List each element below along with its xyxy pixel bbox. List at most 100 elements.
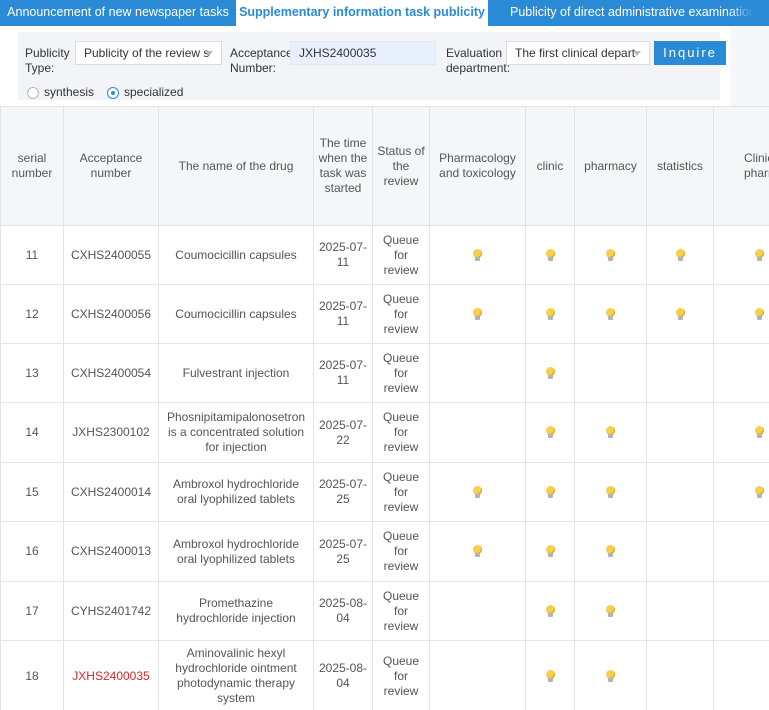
- tab-overflow-fade: [729, 0, 769, 26]
- table-row[interactable]: 14 JXHS2300102 Phosnipitamipalonosetron is…: [0, 402, 769, 463]
- lightbulb-icon[interactable]: [675, 307, 685, 321]
- lightbulb-icon[interactable]: [606, 485, 615, 499]
- evaluation-department-value: The first clinical depart: [515, 46, 636, 60]
- lightbulb-icon[interactable]: [606, 669, 615, 683]
- inquire-button[interactable]: Inquire: [654, 41, 726, 65]
- lightbulb-icon[interactable]: [473, 485, 482, 499]
- cell-drug-name: Ambroxol hydrochloride oral lyophilized …: [158, 521, 314, 582]
- chevron-down-icon: [633, 51, 641, 56]
- lightbulb-icon[interactable]: [545, 426, 555, 439]
- lightbulb-icon[interactable]: [606, 426, 615, 439]
- cell-drug-name: Coumocicillin capsules: [158, 225, 314, 285]
- cell-pharmacy: [574, 343, 647, 403]
- cell-serial-number: 11: [0, 225, 64, 285]
- lightbulb-icon[interactable]: [473, 248, 482, 262]
- table-row[interactable]: 16 CXHS2400013 Ambroxol hydrochloride oral…: [0, 521, 769, 582]
- cell-acceptance-number: CYHS2401742: [63, 581, 159, 641]
- cell-review-status: Queue for review: [372, 581, 430, 641]
- lightbulb-icon[interactable]: [545, 545, 555, 558]
- header-clinical-pharmacology: Clinical pharmacology: [713, 106, 769, 226]
- cell-clinic: [525, 402, 575, 463]
- cell-statistics: [646, 581, 714, 641]
- cell-acceptance-number: JXHS2300102: [63, 402, 159, 463]
- evaluation-department-select[interactable]: The first clinical depart: [506, 41, 650, 65]
- cell-review-status: Queue for review: [372, 521, 430, 582]
- lightbulb-icon[interactable]: [606, 307, 615, 321]
- cell-acceptance-number: CXHS2400054: [63, 343, 159, 403]
- cell-pharmacology: [429, 284, 526, 344]
- lightbulb-icon[interactable]: [755, 485, 764, 499]
- cell-pharmacology: [429, 581, 526, 641]
- cell-pharmacology: [429, 462, 526, 522]
- table-row[interactable]: 17 CYHS2401742 Promethazine hydrochloride …: [0, 581, 769, 641]
- radio-synthesis[interactable]: synthesis: [27, 84, 94, 100]
- cell-pharmacology: [429, 225, 526, 285]
- lightbulb-icon[interactable]: [755, 307, 764, 321]
- cell-drug-name: Fulvestrant injection: [158, 343, 314, 403]
- cell-drug-name: Coumocicillin capsules: [158, 284, 314, 344]
- cell-clinic: [525, 640, 575, 710]
- radio-circle-icon: [27, 87, 39, 99]
- cell-pharmacy: [574, 640, 647, 710]
- tab-announcement-new-tasks[interactable]: Announcement of new newspaper tasks: [0, 0, 236, 26]
- cell-acceptance-number: CXHS2400013: [63, 521, 159, 582]
- cell-statistics: [646, 284, 714, 344]
- cell-review-status: Queue for review: [372, 462, 430, 522]
- cell-clinical-pharmacology: [713, 402, 769, 463]
- acceptance-number-label: Acceptance Number:: [230, 46, 293, 75]
- cell-statistics: [646, 225, 714, 285]
- radio-specialized-label: specialized: [124, 85, 184, 99]
- table-row[interactable]: 13 CXHS2400054 Fulvestrant injection 2025-0…: [0, 343, 769, 403]
- cell-task-start-time: 2025-07-25: [313, 462, 373, 522]
- cell-clinical-pharmacology: [713, 225, 769, 285]
- lightbulb-icon[interactable]: [675, 248, 685, 262]
- lightbulb-icon[interactable]: [606, 604, 615, 618]
- results-table: serial number Acceptance number The name…: [0, 106, 769, 710]
- results-table-container[interactable]: serial number Acceptance number The name…: [0, 106, 769, 710]
- cell-drug-name: Promethazine hydrochloride injection: [158, 581, 314, 641]
- radio-synthesis-label: synthesis: [44, 85, 95, 99]
- lightbulb-icon[interactable]: [606, 248, 615, 262]
- cell-statistics: [646, 402, 714, 463]
- header-acceptance-number: Acceptance number: [63, 106, 159, 226]
- lightbulb-icon[interactable]: [755, 426, 764, 439]
- publicity-type-select[interactable]: Publicity of the review s: [75, 41, 222, 65]
- cell-statistics: [646, 462, 714, 522]
- lightbulb-icon[interactable]: [545, 485, 555, 499]
- lightbulb-icon[interactable]: [606, 545, 615, 558]
- tab-supplementary-publicity[interactable]: Supplementary information task publicity: [236, 0, 488, 26]
- cell-task-start-time: 2025-08-04: [313, 581, 373, 641]
- cell-statistics: [646, 521, 714, 582]
- lightbulb-icon[interactable]: [473, 307, 482, 321]
- cell-statistics: [646, 343, 714, 403]
- lightbulb-icon[interactable]: [755, 248, 764, 262]
- lightbulb-icon[interactable]: [545, 248, 555, 262]
- table-row[interactable]: 15 CXHS2400014 Ambroxol hydrochloride oral…: [0, 462, 769, 522]
- cell-acceptance-number: CXHS2400014: [63, 462, 159, 522]
- cell-serial-number: 18: [0, 640, 64, 710]
- cell-pharmacology: [429, 640, 526, 710]
- header-serial-number: serial number: [0, 106, 64, 226]
- cell-task-start-time: 2025-07-11: [313, 343, 373, 403]
- header-drug-name: The name of the drug: [158, 106, 314, 226]
- cell-clinic: [525, 225, 575, 285]
- cell-review-status: Queue for review: [372, 343, 430, 403]
- cell-acceptance-number: JXHS2400035: [63, 640, 159, 710]
- table-row[interactable]: 18 JXHS2400035 Aminovalinic hexyl hydrochl…: [0, 640, 769, 710]
- table-row[interactable]: 12 CXHS2400056 Coumocicillin capsules 2025-…: [0, 284, 769, 344]
- header-pharmacy: pharmacy: [574, 106, 647, 226]
- radio-specialized[interactable]: specialized: [107, 84, 183, 100]
- lightbulb-icon[interactable]: [473, 545, 482, 558]
- lightbulb-icon[interactable]: [545, 604, 555, 618]
- tab-direct-admin-examination[interactable]: Publicity of direct administrative exami…: [488, 0, 769, 26]
- cell-pharmacy: [574, 284, 647, 344]
- cell-serial-number: 16: [0, 521, 64, 582]
- panel-gap: [720, 26, 730, 106]
- lightbulb-icon[interactable]: [545, 307, 555, 321]
- cell-clinic: [525, 462, 575, 522]
- lightbulb-icon[interactable]: [545, 366, 555, 380]
- acceptance-number-input[interactable]: JXHS2400035: [290, 41, 436, 65]
- cell-drug-name: Ambroxol hydrochloride oral lyophilized …: [158, 462, 314, 522]
- lightbulb-icon[interactable]: [545, 669, 555, 683]
- table-row[interactable]: 11 CXHS2400055 Coumocicillin capsules 2025-…: [0, 225, 769, 285]
